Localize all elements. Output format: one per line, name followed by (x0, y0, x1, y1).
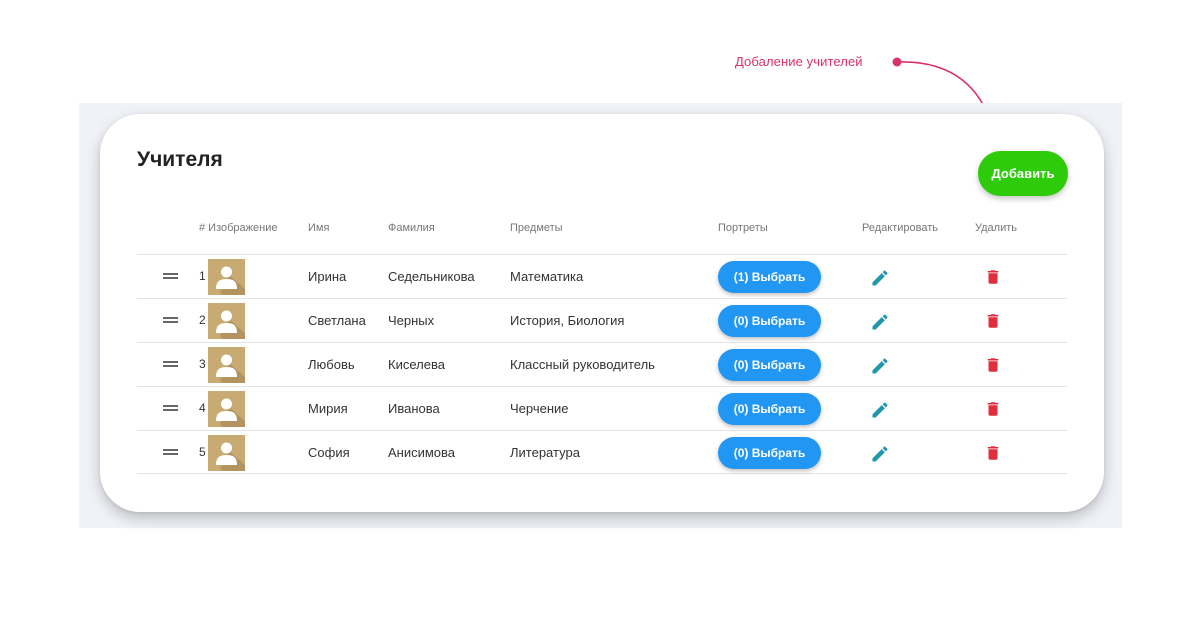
header-subjects: Предметы (510, 222, 563, 234)
trash-icon[interactable] (984, 311, 1002, 331)
teacher-name: Мирия (308, 401, 348, 416)
teacher-name: Ирина (308, 269, 347, 284)
select-portrait-button[interactable]: (0) Выбрать (718, 305, 821, 337)
header-edit: Редактировать (862, 222, 938, 234)
pencil-icon[interactable] (870, 444, 890, 464)
select-portrait-button[interactable]: (0) Выбрать (718, 349, 821, 381)
table-header: # Изображение Имя Фамилия Предметы Портр… (137, 219, 1067, 254)
row-index: 2 (199, 313, 206, 327)
teachers-card: Учителя Добавить # Изображение Имя Фамил… (100, 114, 1104, 512)
header-name: Имя (308, 222, 330, 234)
teacher-subjects: Классный руководитель (510, 357, 655, 372)
select-portrait-button[interactable]: (0) Выбрать (718, 437, 821, 469)
pencil-icon[interactable] (870, 400, 890, 420)
user-placeholder-icon (208, 435, 245, 471)
drag-handle-icon[interactable] (163, 273, 178, 279)
row-index: 4 (199, 401, 206, 415)
header-index-image: # Изображение (199, 222, 278, 234)
teacher-surname: Анисимова (388, 445, 456, 460)
user-placeholder-icon (208, 303, 245, 339)
table-row: 1 Ирина Седельникова Математика (1) Выбр… (137, 254, 1067, 298)
drag-handle-icon[interactable] (163, 405, 178, 411)
trash-icon[interactable] (984, 355, 1002, 375)
table-row: 3 Любовь Киселева Классный руководитель … (137, 342, 1067, 386)
drag-handle-icon[interactable] (163, 361, 178, 367)
header-portraits: Портреты (718, 222, 768, 234)
table-row: 5 София Анисимова Литература (0) Выбрать (137, 430, 1067, 474)
teacher-surname: Седельникова (388, 269, 475, 284)
table-row: 4 Мирия Иванова Черчение (0) Выбрать (137, 386, 1067, 430)
user-placeholder-icon (208, 259, 245, 295)
table-body: 1 Ирина Седельникова Математика (1) Выбр… (137, 254, 1067, 474)
annotation-label: Добаление учителей (735, 54, 863, 69)
pencil-icon[interactable] (870, 268, 890, 288)
teacher-subjects: Математика (510, 269, 584, 284)
teacher-subjects: Черчение (510, 401, 569, 416)
teacher-subjects: История, Биология (510, 313, 625, 328)
pencil-icon[interactable] (870, 312, 890, 332)
header-delete: Удалить (975, 222, 1017, 234)
row-index: 1 (199, 269, 206, 283)
teacher-subjects: Литература (510, 445, 580, 460)
trash-icon[interactable] (984, 399, 1002, 419)
pencil-icon[interactable] (870, 356, 890, 376)
teacher-surname: Киселева (388, 357, 445, 372)
trash-icon[interactable] (984, 443, 1002, 463)
table-row: 2 Светлана Черных История, Биология (0) … (137, 298, 1067, 342)
trash-icon[interactable] (984, 267, 1002, 287)
row-index: 3 (199, 357, 206, 371)
teacher-name: Светлана (308, 313, 366, 328)
header-surname: Фамилия (388, 222, 435, 234)
add-teacher-button[interactable]: Добавить (978, 151, 1068, 196)
teacher-name: Любовь (308, 357, 355, 372)
row-index: 5 (199, 445, 206, 459)
page-title: Учителя (137, 148, 223, 171)
drag-handle-icon[interactable] (163, 317, 178, 323)
user-placeholder-icon (208, 347, 245, 383)
teacher-name: София (308, 445, 350, 460)
teacher-surname: Иванова (388, 401, 440, 416)
teacher-surname: Черных (388, 313, 435, 328)
drag-handle-icon[interactable] (163, 449, 178, 455)
select-portrait-button[interactable]: (0) Выбрать (718, 393, 821, 425)
select-portrait-button[interactable]: (1) Выбрать (718, 261, 821, 293)
user-placeholder-icon (208, 391, 245, 427)
teachers-table: # Изображение Имя Фамилия Предметы Портр… (137, 219, 1067, 474)
